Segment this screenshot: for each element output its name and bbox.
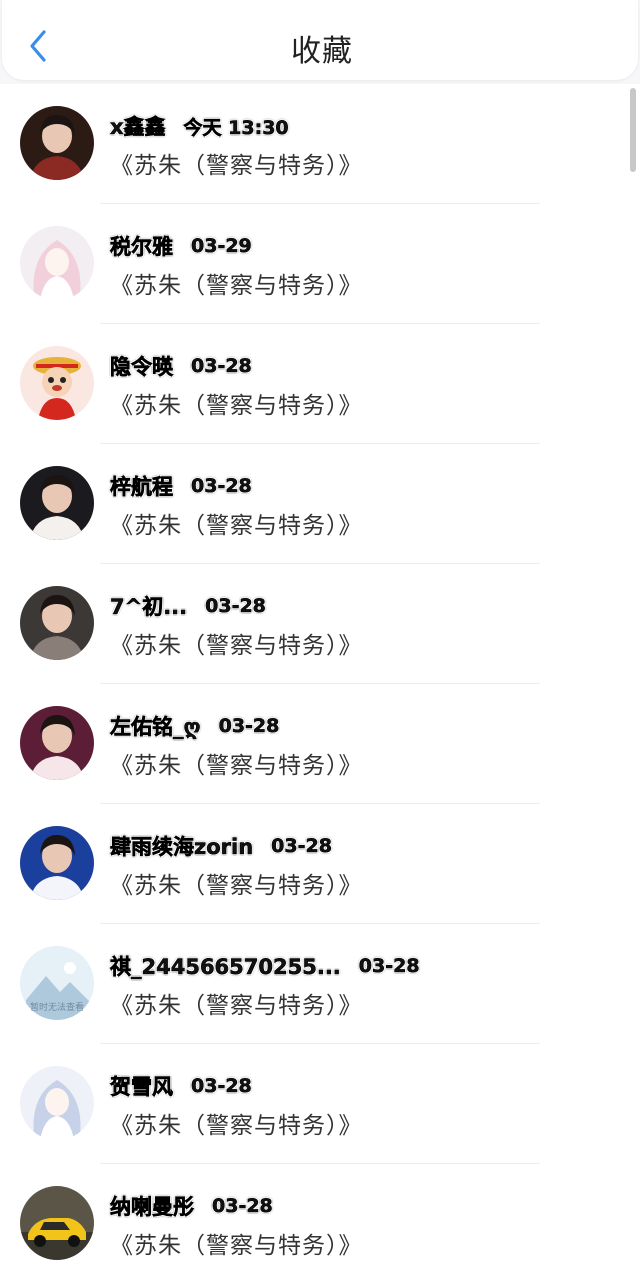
list-item[interactable]: 左佑铭_ღ 03-28 《苏朱（警察与特务）》 — [0, 684, 640, 804]
item-date: 03-28 — [191, 355, 252, 378]
user-name[interactable]: 隐令暎 — [110, 351, 174, 381]
avatar[interactable] — [20, 346, 94, 420]
item-date: 03-28 — [218, 715, 280, 738]
item-title[interactable]: 《苏朱（警察与特务）》 — [110, 986, 363, 1020]
avatar[interactable] — [20, 226, 94, 300]
item-meta: 祺_244566570255... 03-28 — [110, 952, 420, 980]
back-button[interactable] — [20, 26, 56, 66]
avatar[interactable] — [20, 706, 94, 780]
page-title: 收藏 — [291, 34, 353, 69]
user-name[interactable]: 肆雨续海zorin — [110, 831, 254, 861]
item-meta: 隐令暎 03-28 — [110, 352, 252, 380]
list-item[interactable]: 梓航程 03-28 《苏朱（警察与特务）》 — [0, 444, 640, 564]
avatar[interactable] — [20, 826, 94, 900]
user-name[interactable]: x鑫鑫 — [110, 111, 166, 141]
avatar-caption: 暂时无法查看 — [29, 1003, 84, 1013]
item-date: 03-28 — [271, 835, 332, 858]
item-meta: 税尔雅 03-29 — [110, 232, 252, 260]
item-title[interactable]: 《苏朱（警察与特务）》 — [110, 746, 363, 780]
avatar[interactable] — [20, 1066, 94, 1140]
item-meta: 纳喇曼彤 03-28 — [110, 1192, 273, 1220]
list-item[interactable]: 肆雨续海zorin 03-28 《苏朱（警察与特务）》 — [0, 804, 640, 924]
list-item[interactable]: 税尔雅 03-29 《苏朱（警察与特务）》 — [0, 204, 640, 324]
item-date: 03-29 — [191, 235, 252, 258]
scrollbar[interactable] — [630, 88, 636, 172]
list-item[interactable]: 隐令暎 03-28 《苏朱（警察与特务）》 — [0, 324, 640, 444]
header-bar: 收藏 — [0, 0, 640, 84]
item-title[interactable]: 《苏朱（警察与特务）》 — [110, 386, 363, 420]
item-date: 03-28 — [191, 1075, 252, 1098]
item-meta: 肆雨续海zorin 03-28 — [110, 831, 333, 861]
user-name[interactable]: 7^初... — [110, 591, 188, 621]
user-name[interactable]: 贺雪风 — [110, 1071, 174, 1101]
item-title[interactable]: 《苏朱（警察与特务）》 — [110, 1106, 363, 1140]
avatar[interactable] — [20, 466, 94, 540]
avatar[interactable] — [20, 106, 94, 180]
header-card: 收藏 — [2, 0, 638, 80]
user-name[interactable]: 梓航程 — [110, 471, 174, 501]
list-item[interactable]: 7^初... 03-28 《苏朱（警察与特务）》 — [0, 564, 640, 684]
user-name[interactable]: 左佑铭_ღ — [110, 711, 201, 741]
item-date: 03-28 — [191, 475, 252, 498]
list-item[interactable]: 暂时无法查看 祺_244566570255... 03-28 《苏朱（警察与特务）》 — [0, 924, 640, 1044]
item-meta: 梓航程 03-28 — [110, 472, 252, 500]
item-meta: 左佑铭_ღ 03-28 — [110, 711, 280, 741]
user-name[interactable]: 纳喇曼彤 — [110, 1191, 195, 1221]
item-date: 今天 13:30 — [183, 116, 289, 139]
user-name[interactable]: 税尔雅 — [110, 231, 174, 261]
avatar[interactable] — [20, 1186, 94, 1260]
list-item[interactable]: 纳喇曼彤 03-28 《苏朱（警察与特务）》 — [0, 1164, 640, 1271]
item-title[interactable]: 《苏朱（警察与特务）》 — [110, 146, 363, 180]
item-title[interactable]: 《苏朱（警察与特务）》 — [110, 626, 363, 660]
chevron-left-icon — [30, 30, 46, 62]
item-date: 03-28 — [205, 595, 266, 618]
item-title[interactable]: 《苏朱（警察与特务）》 — [110, 866, 363, 900]
user-name[interactable]: 祺_244566570255... — [110, 951, 341, 981]
item-title[interactable]: 《苏朱（警察与特务）》 — [110, 266, 363, 300]
favorites-page: 收藏 x鑫鑫 今天 13:30 《苏朱（警察与特务）》 税尔雅 03-29 《苏朱（警察… — [0, 0, 640, 1271]
item-meta: 7^初... 03-28 — [110, 591, 267, 621]
avatar[interactable] — [20, 586, 94, 660]
item-date: 03-28 — [358, 955, 420, 978]
item-title[interactable]: 《苏朱（警察与特务）》 — [110, 1226, 363, 1260]
item-meta: 贺雪风 03-28 — [110, 1072, 252, 1100]
item-date: 03-28 — [212, 1195, 273, 1218]
list-item[interactable]: 贺雪风 03-28 《苏朱（警察与特务）》 — [0, 1044, 640, 1164]
list-item[interactable]: x鑫鑫 今天 13:30 《苏朱（警察与特务）》 — [0, 84, 640, 204]
item-meta: x鑫鑫 今天 13:30 — [110, 112, 289, 140]
item-title[interactable]: 《苏朱（警察与特务）》 — [110, 506, 363, 540]
favorites-list: x鑫鑫 今天 13:30 《苏朱（警察与特务）》 税尔雅 03-29 《苏朱（警察与特务… — [0, 84, 640, 1271]
